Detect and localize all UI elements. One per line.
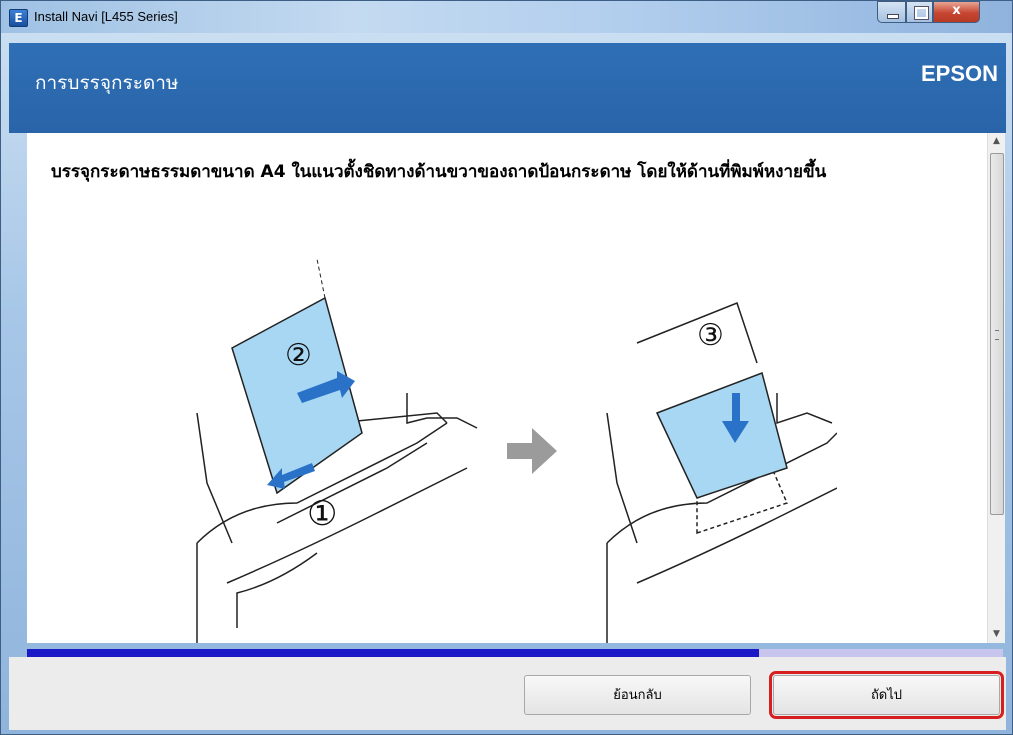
step-3-label: ③ xyxy=(697,318,724,353)
paper-guide-dashline xyxy=(316,258,326,299)
step-2-label: ② xyxy=(285,338,312,373)
minimize-button[interactable] xyxy=(877,1,906,23)
close-button[interactable]: x xyxy=(933,1,980,23)
page-title: การบรรจุกระดาษ xyxy=(35,72,179,94)
window-title: Install Navi [L455 Series] xyxy=(34,9,178,24)
transition-arrow-icon xyxy=(507,428,557,474)
footer-bar: ย้อนกลับ ถัดไป xyxy=(9,657,1006,730)
scroll-down-icon[interactable]: ▼ xyxy=(988,626,1005,643)
scroll-thumb[interactable] xyxy=(990,153,1004,515)
close-icon: x xyxy=(952,3,961,18)
vertical-scrollbar[interactable]: ▲ ▼ xyxy=(987,133,1005,643)
step-1-label: ① xyxy=(307,494,337,534)
brand-logo: EPSON xyxy=(920,61,998,86)
paper-sheet-step-3 xyxy=(655,372,788,499)
back-button[interactable]: ย้อนกลับ xyxy=(524,675,751,715)
installer-window: E Install Navi [L455 Series] x การบรรจุก… xyxy=(0,0,1013,735)
header-band: การบรรจุกระดาษ EPSON xyxy=(9,43,1006,133)
instruction-text: บรรจุกระดาษธรรมดาขนาด A4 ในแนวตั้งชิดทาง… xyxy=(51,162,827,182)
scroll-up-icon[interactable]: ▲ xyxy=(988,133,1005,150)
content-panel: บรรจุกระดาษธรรมดาขนาด A4 ในแนวตั้งชิดทาง… xyxy=(27,133,987,643)
paper-loading-illustration: ② ① ③ xyxy=(196,258,837,643)
next-button[interactable]: ถัดไป xyxy=(769,671,1004,719)
epson-app-icon: E xyxy=(9,9,28,27)
maximize-button[interactable] xyxy=(906,1,933,23)
install-progress-bar xyxy=(27,649,1003,657)
title-bar[interactable]: E Install Navi [L455 Series] x xyxy=(1,1,1012,33)
progress-fill xyxy=(27,649,759,657)
scroll-grip-icon xyxy=(995,330,999,340)
